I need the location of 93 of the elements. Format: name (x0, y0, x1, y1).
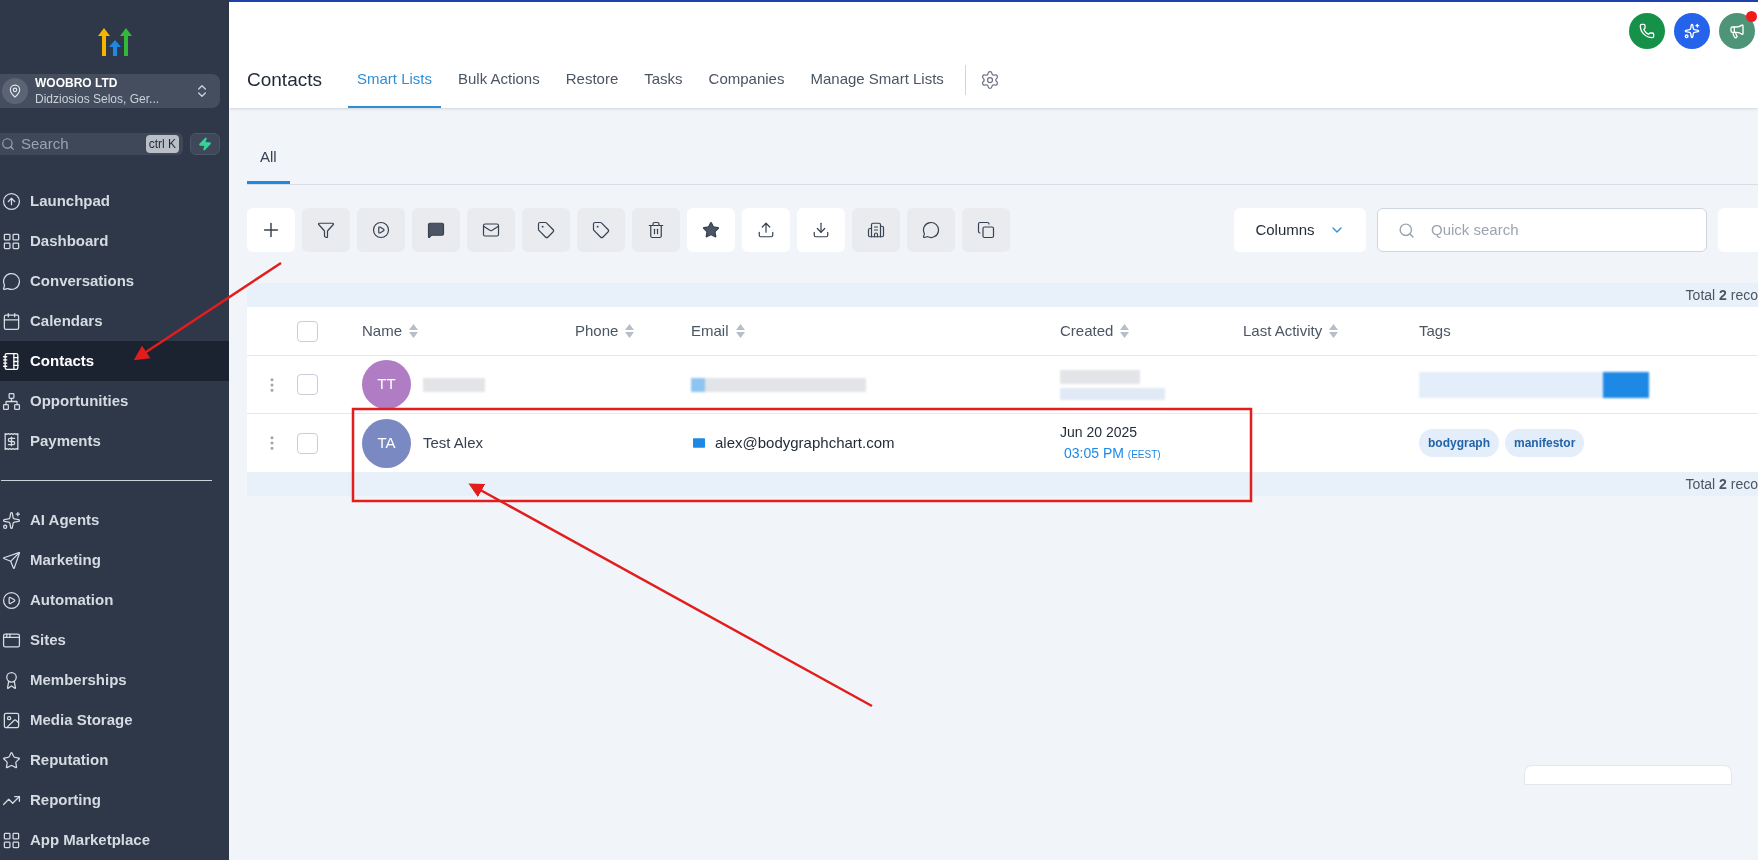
receipt-icon (2, 431, 21, 451)
checkbox[interactable] (297, 374, 318, 395)
play-circle-icon (372, 221, 390, 239)
columns-button[interactable]: Columns (1234, 208, 1366, 252)
nav-tab[interactable]: Companies (699, 60, 794, 108)
account-address: Didziosios Selos, Ger... (35, 90, 161, 107)
lightning-icon (198, 136, 212, 151)
image-icon (2, 710, 21, 730)
contact-name[interactable]: Test Alex (423, 431, 484, 455)
nav-item[interactable]: Reporting (0, 780, 229, 820)
nav-item[interactable]: Memberships (0, 660, 229, 700)
rocket-circle-icon (2, 191, 21, 211)
nav-item[interactable]: App Marketplace (0, 820, 229, 860)
total-records: Total 2 reco (1685, 474, 1758, 494)
nav-tab[interactable]: Smart Lists (348, 60, 441, 108)
mail-icon (482, 221, 500, 239)
location-icon (2, 77, 28, 104)
search-field[interactable]: Search ctrl K (0, 132, 183, 155)
column-header: Phone (575, 320, 619, 341)
column-header: Name (362, 320, 402, 341)
nav-item[interactable]: Launchpad (0, 181, 229, 221)
trash-icon (647, 221, 665, 239)
account-switcher[interactable]: WOOBRO LTD Didziosios Selos, Ger... (0, 73, 220, 108)
checkbox[interactable] (297, 320, 318, 342)
search-placeholder: Search (21, 133, 70, 154)
announcement-button[interactable] (1719, 13, 1755, 49)
created-date: Jun 20 2025 (1060, 423, 1139, 442)
play-circle-icon (2, 590, 21, 610)
checkbox[interactable] (297, 432, 318, 454)
nav-item[interactable]: Reputation (0, 740, 229, 780)
dashboard-grid-icon (2, 231, 21, 251)
network-icon (2, 391, 21, 411)
star-icon (702, 221, 720, 239)
tag-chip[interactable]: bodygraph (1419, 429, 1499, 457)
ai-button[interactable] (1674, 13, 1710, 49)
account-name: WOOBRO LTD (35, 74, 119, 91)
grid-icon (2, 830, 21, 850)
total-records: Total 2 reco (1685, 285, 1758, 305)
nav-item[interactable]: Payments (0, 421, 229, 461)
building-icon (867, 221, 885, 239)
search-icon (1, 136, 15, 151)
chat-bubble-icon (2, 271, 21, 291)
contact-email[interactable]: alex@bodygraphchart.com (715, 431, 895, 455)
page-title: Contacts (247, 67, 322, 92)
nav-item[interactable]: Dashboard (0, 221, 229, 261)
copy-icon (977, 221, 995, 239)
column-header: Last Activity (1243, 320, 1323, 341)
table-row[interactable]: TA Test Alex alex@bodygraphchart.com Jun 20 2025 03:05 PM (EEST) bodygraph manifestor (247, 414, 1758, 472)
nav-tab[interactable]: Restore (556, 60, 628, 108)
column-header: Email (691, 320, 729, 341)
nav-item[interactable]: Marketing (0, 540, 229, 580)
tag-minus-icon (592, 221, 610, 239)
mail-icon (691, 435, 707, 451)
phone-button[interactable] (1629, 13, 1665, 49)
chat-icon (427, 221, 445, 239)
column-header: Created (1060, 320, 1114, 341)
toolbar-button[interactable] (687, 208, 735, 252)
filter-icon (317, 221, 335, 239)
sparkle-icon (2, 510, 21, 530)
nav-item[interactable]: Conversations (0, 261, 229, 301)
megaphone-icon (1729, 23, 1745, 39)
star-icon (2, 750, 21, 770)
avatar: TT (362, 360, 411, 409)
column-header: Tags (1419, 320, 1451, 341)
chat-bubble-icon (922, 221, 940, 239)
nav-tab[interactable]: Tasks (635, 60, 692, 108)
shortcut-key: ctrl K (145, 134, 179, 153)
upload-icon (757, 221, 775, 239)
paper-plane-icon (2, 550, 21, 570)
nav-tab[interactable]: Bulk Actions (449, 60, 549, 108)
tag-chip[interactable]: manifestor (1505, 429, 1585, 457)
calendar-icon (2, 311, 21, 331)
nav-item[interactable]: Opportunities (0, 381, 229, 421)
nav-item[interactable]: Sites (0, 620, 229, 660)
download-icon (812, 221, 830, 239)
sparkle-icon (1684, 23, 1700, 39)
toolbar-button[interactable] (247, 208, 295, 252)
search-icon (1398, 221, 1415, 239)
created-time: 03:05 PM (EEST) (1064, 444, 1162, 463)
notebook-icon (2, 351, 21, 371)
nav-item[interactable]: Automation (0, 580, 229, 620)
settings-icon[interactable] (979, 70, 1000, 90)
nav-tab[interactable]: Manage Smart Lists (801, 60, 953, 108)
nav-item[interactable]: Contacts (0, 341, 229, 381)
quick-action-button[interactable] (190, 132, 220, 155)
nav-item[interactable]: Media Storage (0, 700, 229, 740)
phone-icon (1639, 23, 1655, 39)
nav-item[interactable]: Calendars (0, 301, 229, 341)
blurred-text (423, 377, 485, 392)
tag-plus-icon (537, 221, 555, 239)
nav-item[interactable]: AI Agents (0, 500, 229, 540)
avatar: TA (362, 418, 411, 468)
list-tab[interactable]: All (247, 134, 290, 184)
